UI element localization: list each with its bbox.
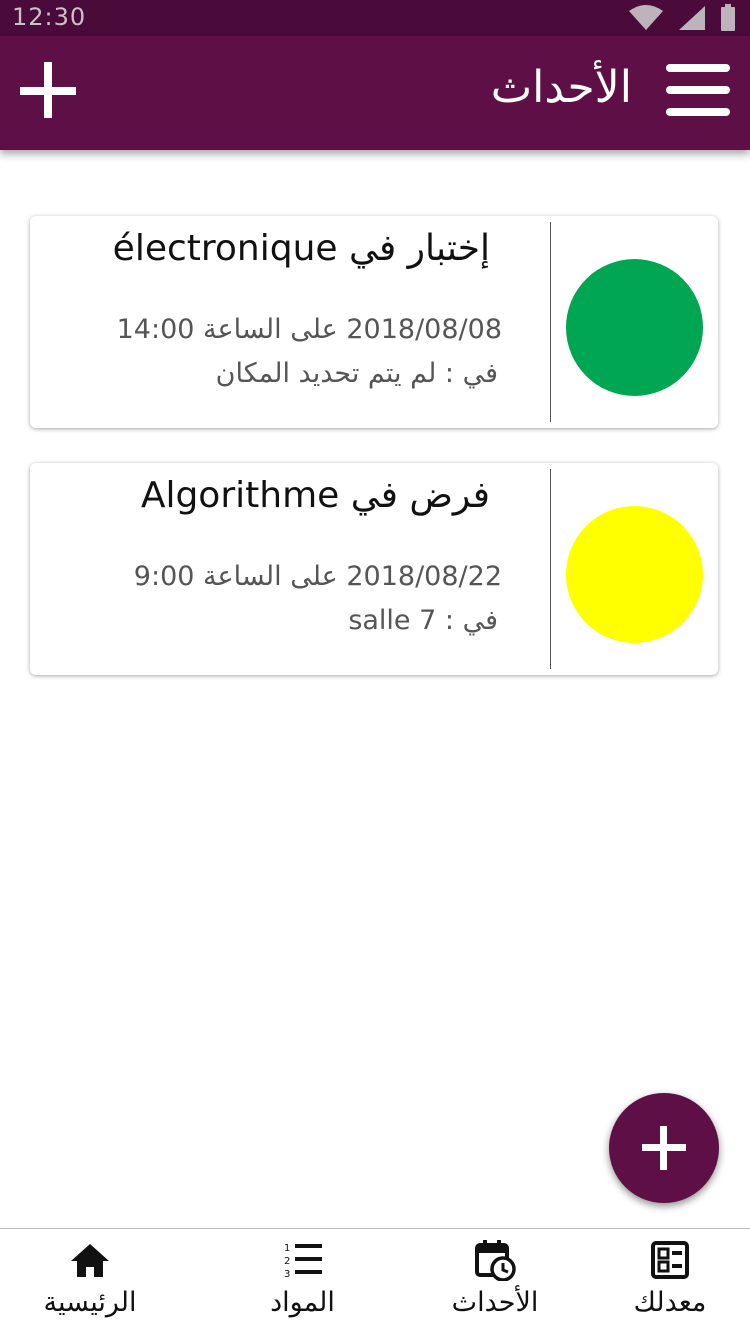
add-event-top-button[interactable] bbox=[20, 62, 78, 120]
svg-text:1: 1 bbox=[284, 1243, 290, 1254]
event-place: في : salle 7 bbox=[348, 605, 498, 636]
event-status-dot bbox=[566, 506, 703, 643]
event-title: إختبار في électronique bbox=[112, 228, 490, 269]
event-card[interactable]: إختبار في électronique 2018/08/08 على ال… bbox=[30, 216, 718, 428]
event-status-dot bbox=[566, 259, 703, 396]
status-time: 12:30 bbox=[12, 3, 87, 31]
status-bar: 12:30 bbox=[0, 0, 750, 36]
add-event-fab[interactable] bbox=[609, 1093, 719, 1203]
card-divider bbox=[550, 469, 551, 669]
app-bar: الأحداث bbox=[0, 36, 750, 150]
menu-button[interactable] bbox=[666, 60, 732, 120]
nav-label: المواد bbox=[270, 1287, 335, 1318]
home-icon bbox=[71, 1244, 109, 1277]
event-date: 2018/08/08 على الساعة 14:00 bbox=[116, 314, 502, 345]
nav-item-events[interactable]: الأحداث bbox=[425, 1229, 565, 1335]
nav-label: الرئيسية bbox=[43, 1287, 137, 1318]
plus-icon-stem bbox=[660, 1126, 667, 1170]
numbered-list-icon: 1 2 3 bbox=[284, 1243, 322, 1280]
svg-text:3: 3 bbox=[284, 1269, 290, 1280]
plus-icon-stem bbox=[44, 62, 52, 118]
bottom-nav: الرئيسية 1 2 3 المواد الأحداث معدلك bbox=[0, 1228, 750, 1335]
nav-label: الأحداث bbox=[451, 1287, 539, 1318]
page-title: الأحداث bbox=[490, 62, 632, 113]
hamburger-icon bbox=[666, 64, 730, 72]
status-icons bbox=[628, 4, 736, 32]
calendar-clock-icon bbox=[475, 1240, 516, 1281]
battery-icon bbox=[721, 4, 735, 31]
svg-text:2: 2 bbox=[284, 1256, 290, 1267]
event-card[interactable]: فرض في Algorithme 2018/08/22 على الساعة … bbox=[30, 463, 718, 675]
hamburger-icon-line bbox=[666, 86, 730, 94]
nav-item-grade[interactable]: معدلك bbox=[600, 1229, 740, 1335]
hamburger-icon-line bbox=[666, 108, 730, 116]
event-place: في : لم يتم تحديد المكان bbox=[215, 358, 498, 389]
signal-icon bbox=[679, 6, 705, 30]
wifi-icon bbox=[629, 5, 663, 30]
event-title: فرض في Algorithme bbox=[140, 475, 490, 516]
nav-item-subjects[interactable]: 1 2 3 المواد bbox=[235, 1229, 370, 1335]
event-date: 2018/08/22 على الساعة 9:00 bbox=[133, 561, 502, 592]
grade-sheet-icon bbox=[651, 1241, 689, 1279]
nav-item-home[interactable]: الرئيسية bbox=[20, 1229, 160, 1335]
card-divider bbox=[550, 222, 551, 422]
nav-label: معدلك bbox=[633, 1287, 707, 1318]
